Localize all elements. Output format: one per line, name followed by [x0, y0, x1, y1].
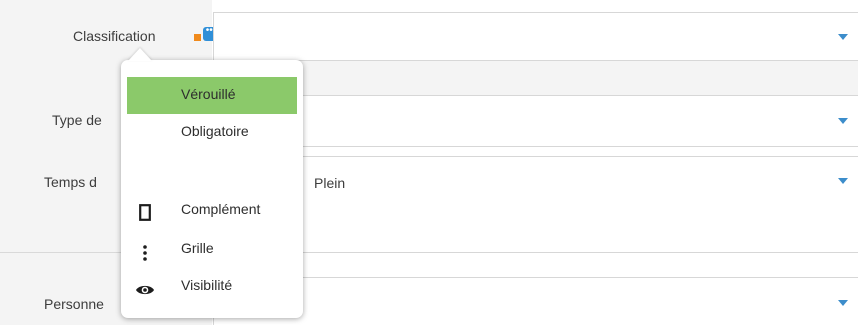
field-label-type: Type de [52, 112, 102, 128]
options-popup: Vérouillé Obligatoire Complément Grille … [121, 60, 303, 318]
temps-select[interactable]: Plein [213, 156, 858, 253]
temps-value: Plein [314, 175, 346, 191]
menu-item-verrouille[interactable]: Vérouillé [127, 77, 297, 114]
classification-select[interactable] [213, 12, 858, 61]
menu-item-visibilite[interactable]: Visibilité [127, 277, 297, 303]
personne-select[interactable] [213, 277, 858, 325]
field-label-temps: Temps d [44, 174, 97, 190]
vertical-dots-icon [143, 245, 147, 261]
menu-item-complement[interactable]: Complément [127, 201, 297, 227]
dropdown-caret-icon [838, 178, 848, 184]
dropdown-caret-icon [838, 34, 848, 40]
field-label-classification: Classification [73, 28, 156, 44]
status-marker-icon [194, 34, 201, 41]
menu-item-obligatoire[interactable]: Obligatoire [127, 123, 297, 147]
type-select[interactable] [213, 95, 858, 147]
menu-item-grille[interactable]: Grille [127, 240, 297, 266]
popup-arrow [128, 48, 152, 61]
dropdown-caret-icon [838, 300, 848, 306]
classification-extra-area [213, 61, 858, 95]
dropdown-caret-icon [838, 118, 848, 124]
eye-icon [136, 285, 154, 295]
document-icon [139, 204, 151, 221]
field-label-personne: Personne [44, 296, 104, 312]
